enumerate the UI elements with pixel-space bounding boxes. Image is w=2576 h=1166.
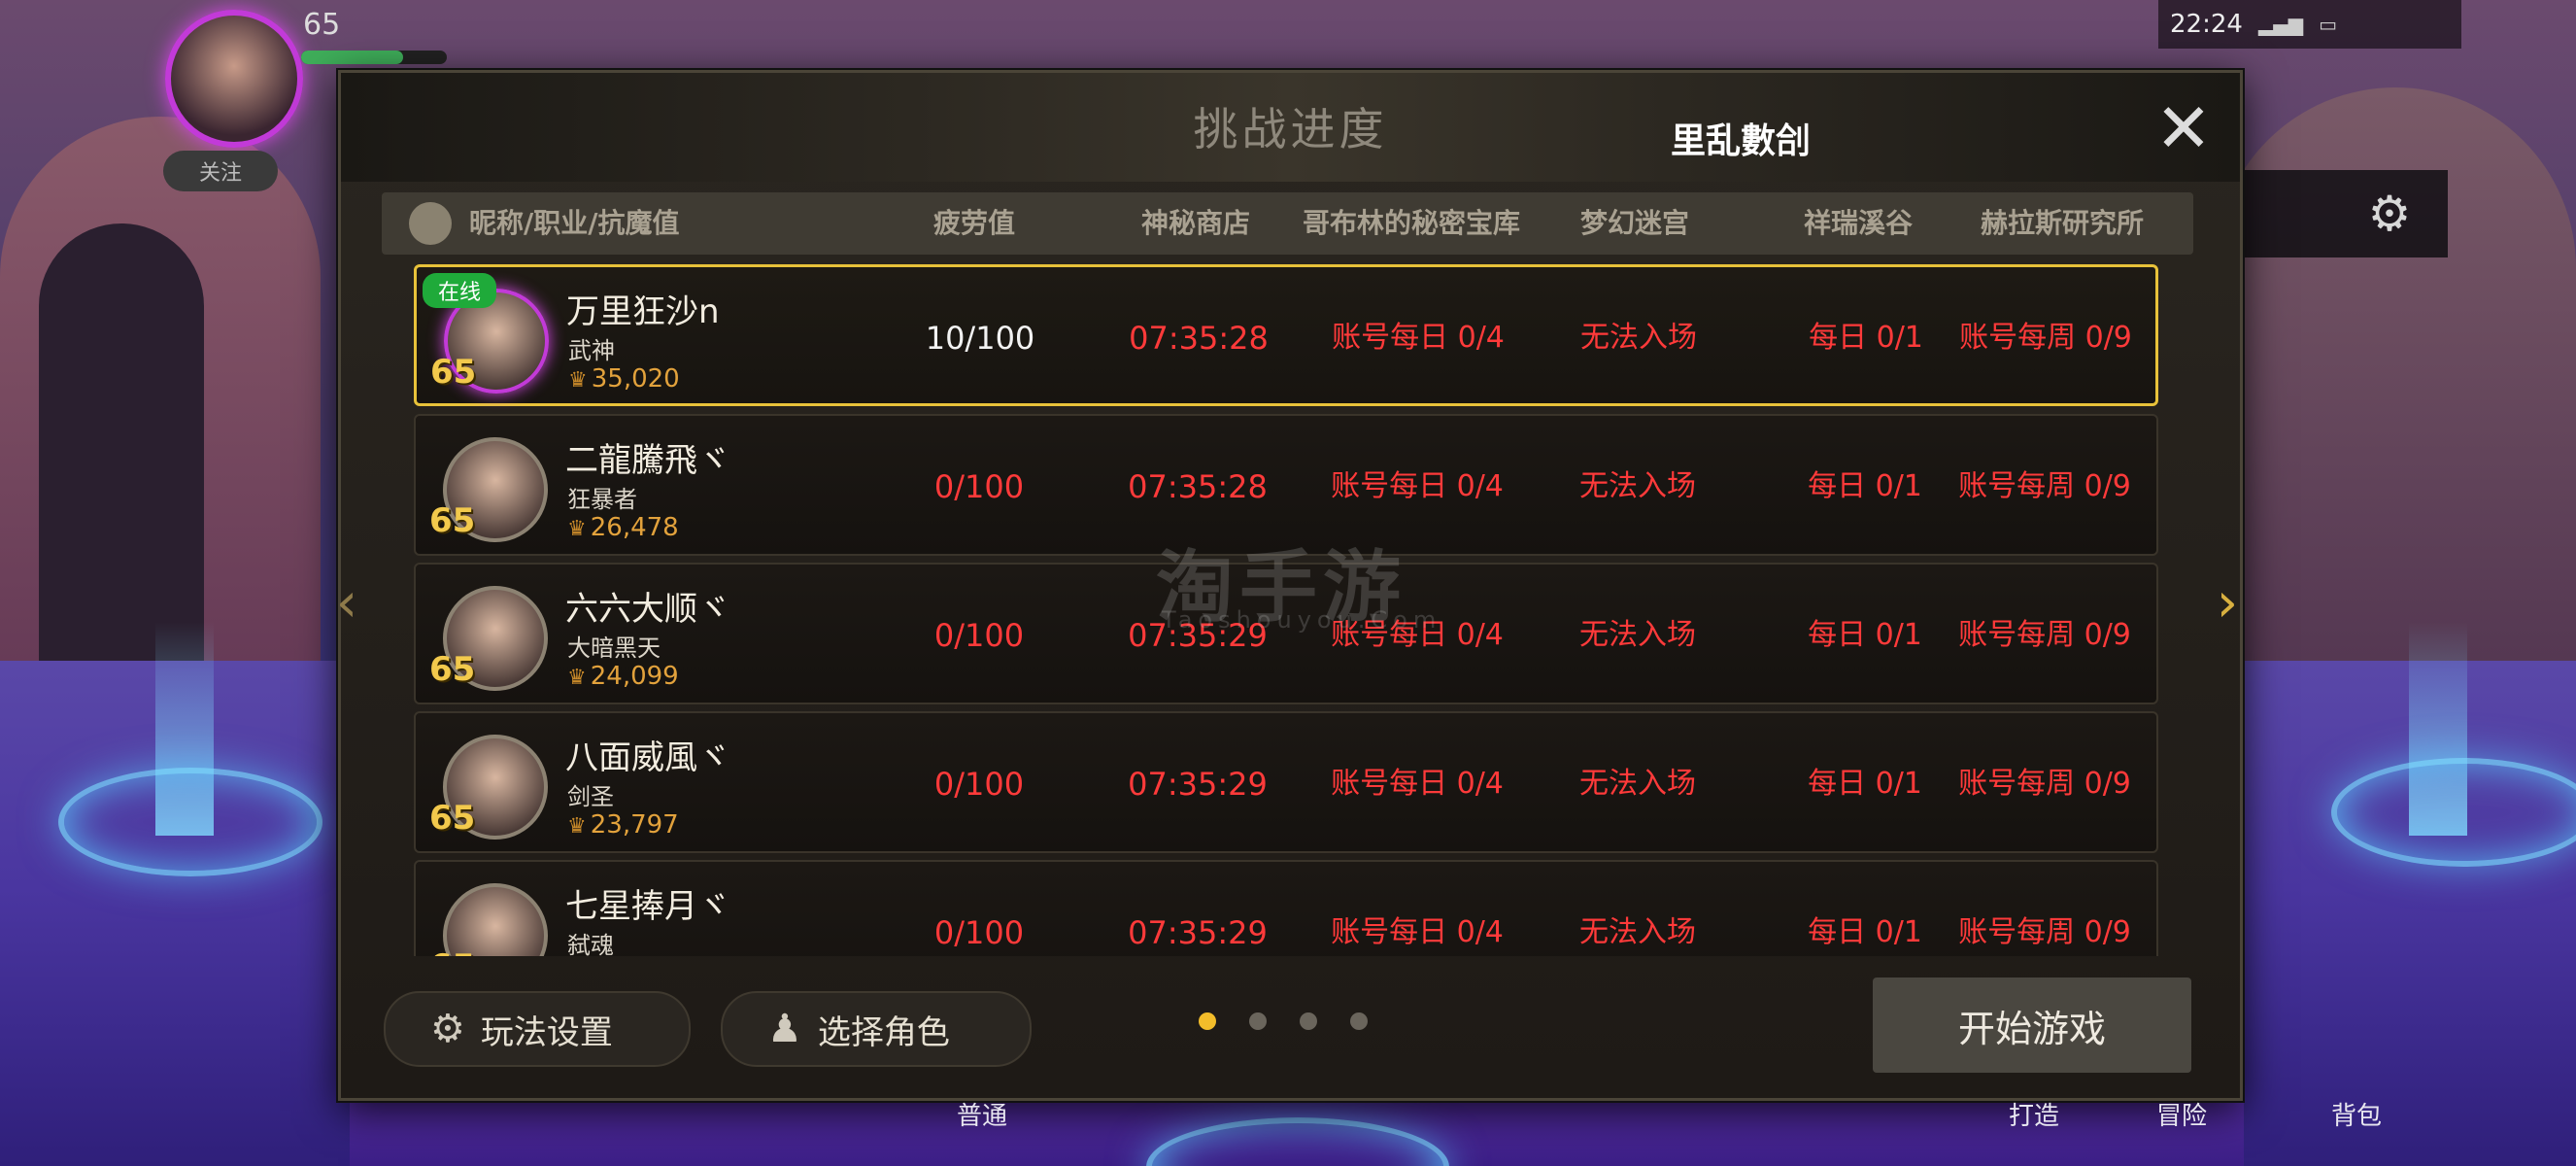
overlay-watermark-text: 里乱數㓣 <box>1671 121 1812 161</box>
character-job: 武神 <box>568 337 615 364</box>
fatigue-value: 0/100 <box>933 468 1025 505</box>
header-lab: 赫拉斯研究所 <box>1980 207 2144 239</box>
gameplay-settings-button[interactable]: ⚙ 玩法设置 <box>384 991 691 1067</box>
lab-progress: 账号每周 0/9 <box>1959 321 2132 355</box>
character-job: 剑圣 <box>567 783 614 810</box>
gameplay-settings-label: 玩法设置 <box>480 1012 613 1052</box>
maze-status: 无法入场 <box>1579 767 1696 801</box>
fatigue-value: 10/100 <box>925 320 1035 357</box>
maze-status: 无法入场 <box>1579 618 1696 652</box>
character-silhouette-icon <box>409 202 452 245</box>
maze-status: 无法入场 <box>1580 321 1697 355</box>
gear-icon: ⚙ <box>430 1007 465 1051</box>
close-icon[interactable]: ✕ <box>2153 94 2214 162</box>
maze-status: 无法入场 <box>1579 469 1696 503</box>
fatigue-value: 0/100 <box>933 617 1025 654</box>
lab-progress: 账号每周 0/9 <box>1958 618 2131 652</box>
goblin-progress: 账号每日 0/4 <box>1331 767 1504 801</box>
lab-progress: 账号每周 0/9 <box>1958 469 2131 503</box>
power-crest-icon: ♛ <box>567 666 587 690</box>
header-valley: 祥瑞溪谷 <box>1803 207 1913 239</box>
power-crest-icon: ♛ <box>567 814 587 839</box>
header-name: 昵称/职业/抗魔值 <box>469 207 680 239</box>
character-job: 弑魂 <box>567 932 614 956</box>
goblin-progress: 账号每日 0/4 <box>1332 321 1505 355</box>
character-job: 大暗黑天 <box>567 634 661 662</box>
character-level: 65 <box>430 353 477 392</box>
page-dot[interactable] <box>1300 1012 1317 1030</box>
page-dot[interactable] <box>1199 1012 1216 1030</box>
player-level: 65 <box>303 8 341 42</box>
character-level: 65 <box>429 799 476 838</box>
battery-icon: ▭ <box>2319 13 2337 36</box>
goblin-progress: 账号每日 0/4 <box>1331 915 1504 949</box>
start-game-button[interactable]: 开始游戏 <box>1873 977 2191 1073</box>
page-dot[interactable] <box>1350 1012 1368 1030</box>
character-switch-icon: ♟ <box>767 1007 802 1051</box>
character-power: ♛ 24,099 <box>567 662 679 691</box>
character-row[interactable]: 在线 65 万里狂沙n 武神 ♛ 35,020 10/100 07:35:28 账… <box>414 264 2158 406</box>
lab-progress: 账号每周 0/9 <box>1958 915 2131 949</box>
modal-title: 挑战进度 <box>1193 103 1388 155</box>
fatigue-value: 0/100 <box>933 766 1025 803</box>
character-name: 万里狂沙n <box>566 292 720 331</box>
character-name: 六六大顺ヾ <box>565 590 730 629</box>
bottom-hud-item[interactable]: 打造 <box>2009 1096 2059 1132</box>
status-time: 22:24 <box>2170 10 2243 39</box>
bottom-hud-item[interactable]: 冒险 <box>2156 1096 2207 1132</box>
character-name: 八面威風ヾ <box>565 738 730 777</box>
fatigue-value: 0/100 <box>933 914 1025 951</box>
modal-header: 挑战进度 ✕ <box>341 73 2240 182</box>
signal-icon: ▂▄▆ <box>2257 13 2304 36</box>
maze-status: 无法入场 <box>1579 915 1696 949</box>
character-level: 65 <box>429 947 475 956</box>
shop-timer: 07:35:29 <box>1128 766 1268 803</box>
online-badge: 在线 <box>423 273 497 308</box>
settings-gear-icon[interactable]: ⚙ <box>2360 185 2419 243</box>
bottom-hud-item[interactable]: 普通 <box>957 1096 1007 1132</box>
character-power: ♛ 26,478 <box>567 513 679 542</box>
header-fatigue: 疲劳值 <box>932 207 1015 239</box>
character-job: 狂暴者 <box>567 486 637 513</box>
page-dot[interactable] <box>1249 1012 1267 1030</box>
previous-page-arrow-icon[interactable]: ‹ <box>322 571 371 634</box>
follow-button[interactable]: 关注 <box>163 151 278 191</box>
table-header: 昵称/职业/抗魔值 疲劳值 神秘商店 哥布林的秘密宝库 梦幻迷宫 祥瑞溪谷 赫拉… <box>382 192 2193 255</box>
character-avatar <box>443 883 548 956</box>
next-page-arrow-icon[interactable]: › <box>2203 571 2252 634</box>
header-goblin: 哥布林的秘密宝库 <box>1302 207 1520 239</box>
character-row[interactable]: 65 八面威風ヾ 剑圣 ♛ 23,797 0/100 07:35:29 账号每日 … <box>414 711 2158 853</box>
character-level: 65 <box>429 501 476 540</box>
character-name: 二龍騰飛ヾ <box>565 441 730 480</box>
shop-timer: 07:35:29 <box>1128 914 1268 951</box>
watermark-subtext: Taoshouyou.Com <box>1162 606 1442 634</box>
player-exp-bar <box>301 51 447 64</box>
lab-progress: 账号每周 0/9 <box>1958 767 2131 801</box>
page-indicator <box>1199 1012 1368 1030</box>
system-status-bar: 22:24 ▂▄▆ ▭ <box>2158 0 2461 49</box>
magic-circle-left <box>58 768 322 876</box>
header-shop: 神秘商店 <box>1140 207 1250 239</box>
select-character-button[interactable]: ♟ 选择角色 <box>721 991 1032 1067</box>
character-power: ♛ 23,797 <box>567 810 679 840</box>
power-crest-icon: ♛ <box>568 368 588 393</box>
shop-timer: 07:35:28 <box>1129 320 1269 357</box>
header-maze: 梦幻迷宫 <box>1579 207 1689 239</box>
character-row[interactable]: 65 七星捧月ヾ 弑魂 0/100 07:35:29 账号每日 0/4 无法入场… <box>414 860 2158 956</box>
character-level: 65 <box>429 650 476 689</box>
character-power: ♛ 35,020 <box>568 364 680 394</box>
select-character-label: 选择角色 <box>817 1012 950 1052</box>
bottom-hud-item[interactable]: 背包 <box>2331 1096 2382 1132</box>
player-avatar[interactable] <box>165 10 303 148</box>
power-crest-icon: ♛ <box>567 517 587 541</box>
character-name: 七星捧月ヾ <box>565 887 730 926</box>
